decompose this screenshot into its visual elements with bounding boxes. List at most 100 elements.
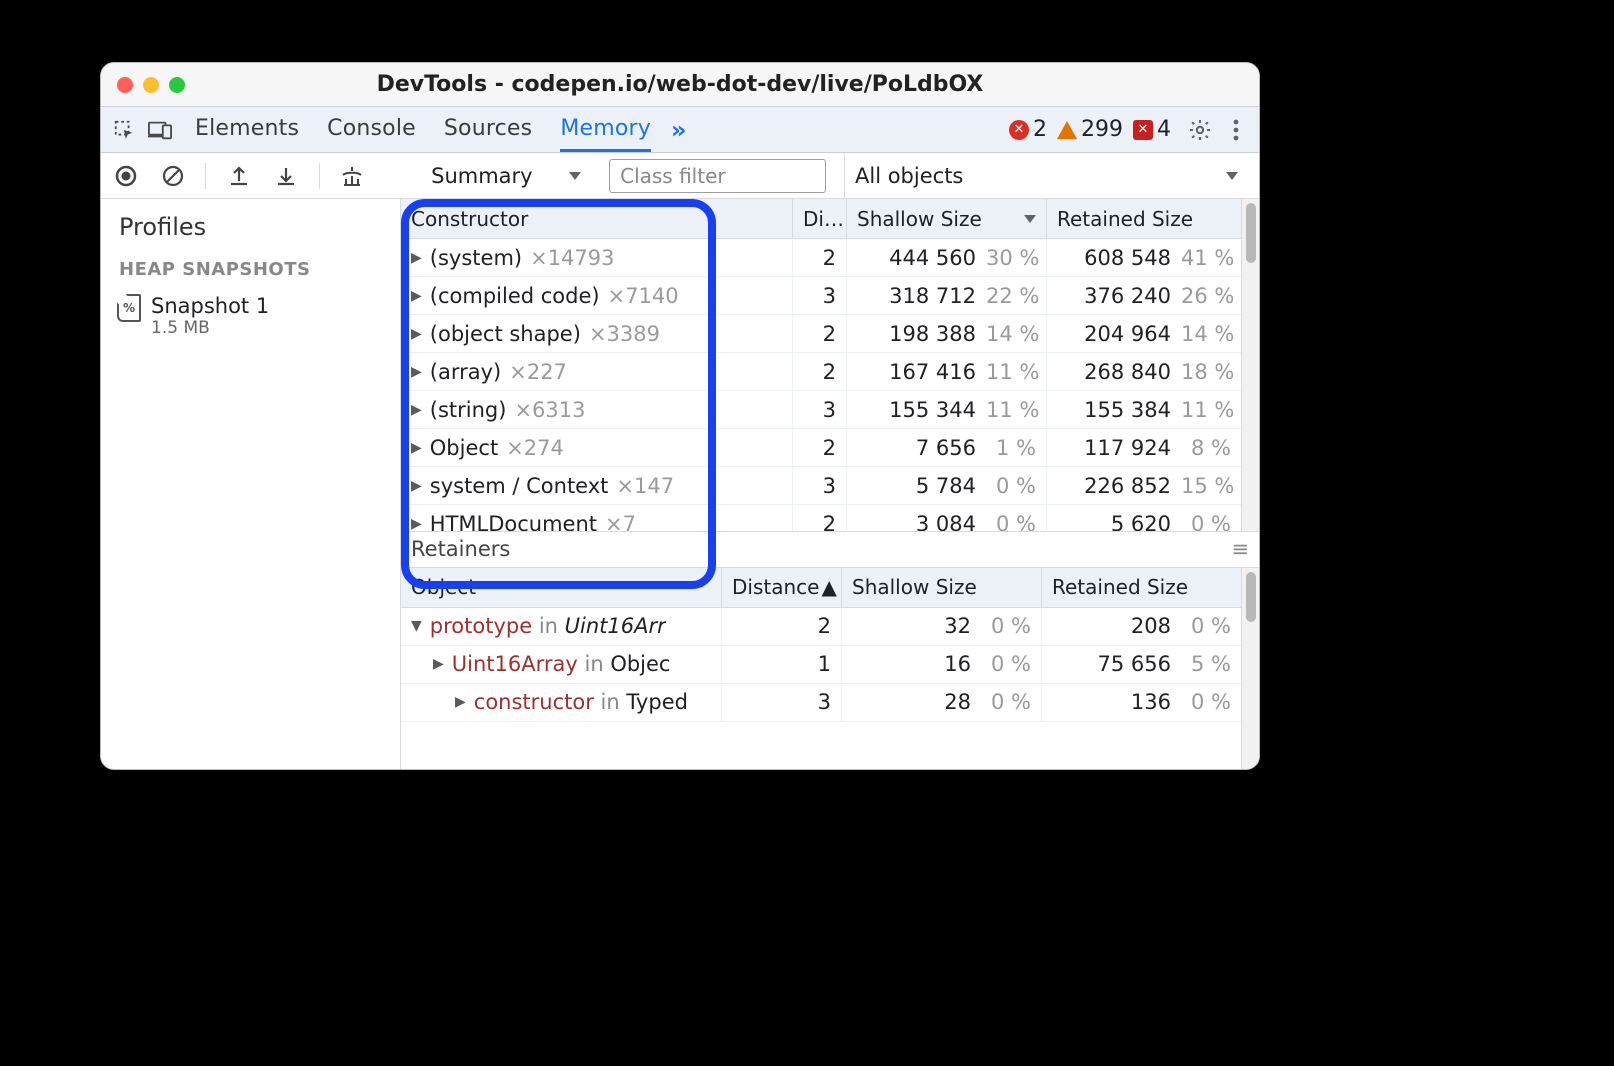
col-ret-retained[interactable]: Retained Size <box>1041 568 1241 607</box>
retained-pct: 14 % <box>1181 322 1231 346</box>
instance-count: ×147 <box>616 474 674 498</box>
retainer-row[interactable]: ▶Uint16Array in Objec1160 %75 6565 % <box>401 646 1241 684</box>
sort-asc-icon: ▲ <box>821 575 836 599</box>
instance-count: ×14793 <box>530 246 614 270</box>
col-retained[interactable]: Retained Size <box>1046 199 1241 238</box>
status-badges: ✕ 2 299 ✕ 4 <box>1009 117 1171 142</box>
shallow-pct: 30 % <box>986 246 1036 270</box>
snapshot-size: 1.5 MB <box>151 318 269 338</box>
minimize-window-button[interactable] <box>143 77 159 93</box>
collect-garbage-button[interactable] <box>338 161 367 191</box>
retained-size: 226 852 <box>1084 474 1171 498</box>
col-ret-distance[interactable]: Distance ▲ <box>721 568 841 607</box>
shallow-size: 318 712 <box>889 284 976 308</box>
window-title: DevTools - codepen.io/web-dot-dev/live/P… <box>101 72 1259 97</box>
content-area: Constructor Di… Shallow Size Retained Si… <box>401 199 1259 769</box>
col-distance[interactable]: Di… <box>792 199 846 238</box>
constructor-name: (system) <box>430 246 522 270</box>
issues-badge[interactable]: ✕ 4 <box>1133 117 1171 142</box>
table-row[interactable]: ▶(string) ×63133155 34411 %155 38411 % <box>401 391 1241 429</box>
table-row[interactable]: ▶(compiled code) ×71403318 71222 %376 24… <box>401 277 1241 315</box>
shallow-pct: 0 % <box>981 690 1031 714</box>
settings-button[interactable] <box>1185 115 1215 145</box>
cell-distance: 2 <box>792 505 846 531</box>
snapshot-name: Snapshot 1 <box>151 294 269 318</box>
table-row[interactable]: ▶(system) ×147932444 56030 %608 54841 % <box>401 239 1241 277</box>
shallow-pct: 0 % <box>981 652 1031 676</box>
tab-elements[interactable]: Elements <box>195 108 299 152</box>
main-toolbar: Elements Console Sources Memory » ✕ 2 29… <box>101 107 1259 153</box>
window-controls <box>117 77 185 93</box>
scope-select[interactable]: All objects <box>844 153 1249 199</box>
grid-body: ▶(system) ×147932444 56030 %608 54841 %▶… <box>401 239 1241 531</box>
class-filter-input[interactable]: Class filter <box>609 159 826 193</box>
sidebar-title: Profiles <box>119 213 382 241</box>
retainers-panel: Retainers ≡ Object Distance ▲ Shallow Si… <box>401 532 1259 769</box>
disclosure-right-icon: ▶ <box>411 478 422 494</box>
more-tabs-button[interactable]: » <box>671 116 687 144</box>
retained-size: 75 656 <box>1098 652 1171 676</box>
instance-count: ×3389 <box>589 322 660 346</box>
titlebar: DevTools - codepen.io/web-dot-dev/live/P… <box>101 63 1259 107</box>
col-constructor[interactable]: Constructor <box>401 199 792 238</box>
retained-pct: 0 % <box>1181 690 1231 714</box>
constructor-name: (compiled code) <box>430 284 600 308</box>
tab-sources[interactable]: Sources <box>444 108 532 152</box>
shallow-size: 7 656 <box>916 436 976 460</box>
instance-count: ×274 <box>506 436 564 460</box>
save-profile-button[interactable] <box>272 161 301 191</box>
more-options-button[interactable] <box>1221 115 1251 145</box>
retainers-menu-icon[interactable]: ≡ <box>1231 537 1249 561</box>
errors-badge[interactable]: ✕ 2 <box>1009 117 1047 142</box>
cell-distance: 2 <box>792 239 846 276</box>
retained-size: 608 548 <box>1084 246 1171 270</box>
inspect-element-icon[interactable] <box>109 115 139 145</box>
issues-count: 4 <box>1157 117 1171 142</box>
col-object[interactable]: Object <box>401 568 721 607</box>
retainer-row[interactable]: ▶constructor in Typed3280 %1360 % <box>401 684 1241 722</box>
record-button[interactable] <box>111 161 140 191</box>
table-row[interactable]: ▶Object ×27427 6561 %117 9248 % <box>401 429 1241 467</box>
disclosure-icon: ▼ <box>411 618 422 634</box>
disclosure-right-icon: ▶ <box>411 288 422 304</box>
table-row[interactable]: ▶system / Context ×14735 7840 %226 85215… <box>401 467 1241 505</box>
col-ret-shallow[interactable]: Shallow Size <box>841 568 1041 607</box>
grid-scrollbar[interactable] <box>1241 199 1259 531</box>
tab-memory[interactable]: Memory <box>560 108 651 152</box>
cell-distance: 3 <box>792 467 846 504</box>
shallow-size: 16 <box>944 652 971 676</box>
disclosure-right-icon: ▶ <box>411 364 422 380</box>
warnings-badge[interactable]: 299 <box>1057 117 1123 142</box>
table-row[interactable]: ▶HTMLDocument ×723 0840 %5 6200 % <box>401 505 1241 531</box>
disclosure-right-icon: ▶ <box>411 402 422 418</box>
device-toolbar-icon[interactable] <box>145 115 175 145</box>
retainer-row[interactable]: ▼prototype in Uint16Arr2320 %2080 % <box>401 608 1241 646</box>
retained-pct: 8 % <box>1181 436 1231 460</box>
close-window-button[interactable] <box>117 77 133 93</box>
shallow-size: 5 784 <box>916 474 976 498</box>
retained-size: 117 924 <box>1084 436 1171 460</box>
shallow-pct: 14 % <box>986 322 1036 346</box>
cell-distance: 2 <box>792 353 846 390</box>
retained-size: 376 240 <box>1084 284 1171 308</box>
issue-icon: ✕ <box>1133 120 1153 140</box>
retained-size: 136 <box>1131 690 1171 714</box>
disclosure-right-icon: ▶ <box>411 326 422 342</box>
cell-distance: 1 <box>721 646 841 683</box>
retained-size: 268 840 <box>1084 360 1171 384</box>
col-shallow[interactable]: Shallow Size <box>846 199 1046 238</box>
scope-select-value: All objects <box>855 164 963 188</box>
table-row[interactable]: ▶(object shape) ×33892198 38814 %204 964… <box>401 315 1241 353</box>
view-select[interactable]: Summary <box>421 159 591 193</box>
retained-pct: 15 % <box>1181 474 1231 498</box>
retainers-scrollbar[interactable] <box>1241 568 1259 769</box>
tab-console[interactable]: Console <box>327 108 416 152</box>
shallow-size: 167 416 <box>889 360 976 384</box>
retainers-title-bar: Retainers ≡ <box>401 532 1259 568</box>
snapshot-item[interactable]: Snapshot 1 1.5 MB <box>101 290 400 342</box>
load-profile-button[interactable] <box>224 161 253 191</box>
clear-button[interactable] <box>158 161 187 191</box>
zoom-window-button[interactable] <box>169 77 185 93</box>
retainer-label: Uint16Array in Objec <box>452 652 671 676</box>
table-row[interactable]: ▶(array) ×2272167 41611 %268 84018 % <box>401 353 1241 391</box>
